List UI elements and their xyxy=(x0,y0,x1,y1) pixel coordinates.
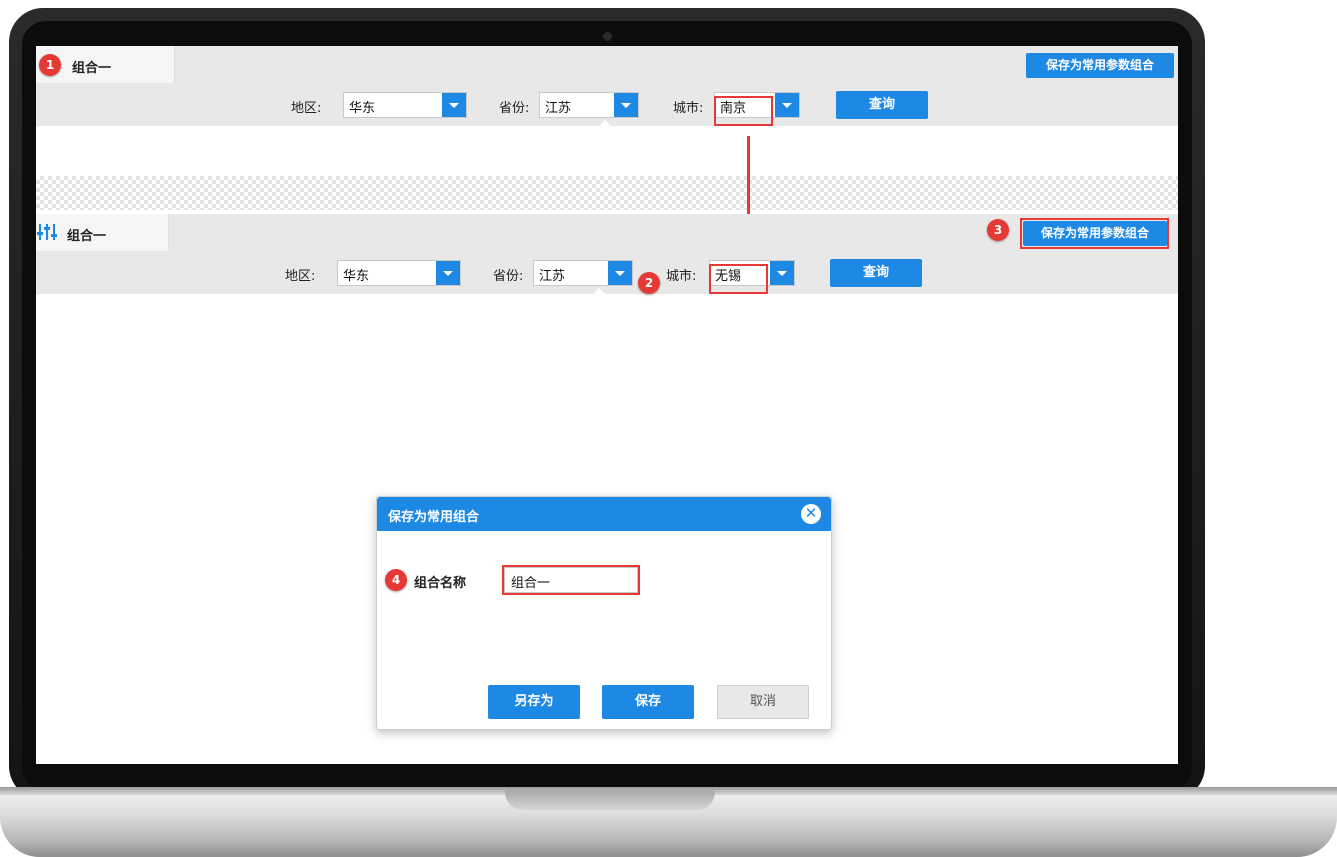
bottom-province-label: 省份: xyxy=(493,269,524,284)
bottom-filterbar: 地区: 华东 省份: 江苏 城市: 无锡 查询 xyxy=(36,251,1178,294)
top-province-label: 省份: xyxy=(499,101,530,116)
highlight-save-button xyxy=(1020,218,1169,249)
cancel-button[interactable]: 取消 xyxy=(717,685,809,719)
screen: 组合一 保存为常用参数组合 地区: 华东 省份: 江苏 城市: 南京 查询 1 xyxy=(36,46,1178,764)
bottom-province-select[interactable]: 江苏 xyxy=(533,260,633,286)
dropdown-caret-icon xyxy=(599,120,611,126)
close-icon[interactable]: ✕ xyxy=(801,504,821,524)
chevron-down-icon[interactable] xyxy=(614,93,638,117)
bottom-region-value: 华东 xyxy=(343,269,370,284)
bottom-city-label: 城市: xyxy=(666,269,697,284)
step-badge-2: 2 xyxy=(638,272,660,294)
dialog-title: 保存为常用组合 xyxy=(388,510,480,525)
top-tabbar: 组合一 保存为常用参数组合 xyxy=(36,46,1178,83)
top-query-button[interactable]: 查询 xyxy=(836,91,928,119)
highlight-combo-name xyxy=(502,565,640,595)
top-region-select[interactable]: 华东 xyxy=(343,92,467,118)
dropdown-caret-icon xyxy=(593,288,605,294)
bottom-province-value: 江苏 xyxy=(539,269,566,284)
bottom-region-label: 地区: xyxy=(285,269,316,284)
laptop-notch xyxy=(505,790,715,810)
save-as-button[interactable]: 另存为 xyxy=(488,685,580,719)
transparency-separator xyxy=(36,176,1178,210)
save-button[interactable]: 保存 xyxy=(602,685,694,719)
step-badge-4: 4 xyxy=(385,569,407,591)
bottom-query-button[interactable]: 查询 xyxy=(830,259,922,287)
top-region-value: 华东 xyxy=(349,101,376,116)
sliders-icon xyxy=(37,224,57,240)
bottom-tab-group-one[interactable]: 组合一 xyxy=(36,214,169,251)
save-combo-dialog: 保存为常用组合 ✕ 组合名称 组合一 4 另存为 保存 取消 xyxy=(376,496,832,730)
step-badge-3: 3 xyxy=(987,219,1009,241)
top-filterbar: 地区: 华东 省份: 江苏 城市: 南京 查询 xyxy=(36,83,1178,126)
top-city-label: 城市: xyxy=(673,101,704,116)
top-save-param-combo-button[interactable]: 保存为常用参数组合 xyxy=(1026,53,1174,78)
bottom-tab-label: 组合一 xyxy=(67,229,107,244)
chevron-down-icon[interactable] xyxy=(770,261,794,285)
chevron-down-icon[interactable] xyxy=(775,93,799,117)
top-province-select[interactable]: 江苏 xyxy=(539,92,639,118)
combo-name-label: 组合名称 xyxy=(414,576,467,591)
top-province-value: 江苏 xyxy=(545,101,572,116)
chevron-down-icon[interactable] xyxy=(442,93,466,117)
top-tab-label: 组合一 xyxy=(72,61,112,76)
step-badge-1: 1 xyxy=(39,54,61,76)
chevron-down-icon[interactable] xyxy=(608,261,632,285)
highlight-bottom-city xyxy=(709,264,768,294)
dialog-header: 保存为常用组合 ✕ xyxy=(377,497,831,531)
chevron-down-icon[interactable] xyxy=(436,261,460,285)
camera-icon xyxy=(603,32,612,41)
top-region-label: 地区: xyxy=(291,101,322,116)
bottom-region-select[interactable]: 华东 xyxy=(337,260,461,286)
highlight-top-city xyxy=(714,96,773,126)
